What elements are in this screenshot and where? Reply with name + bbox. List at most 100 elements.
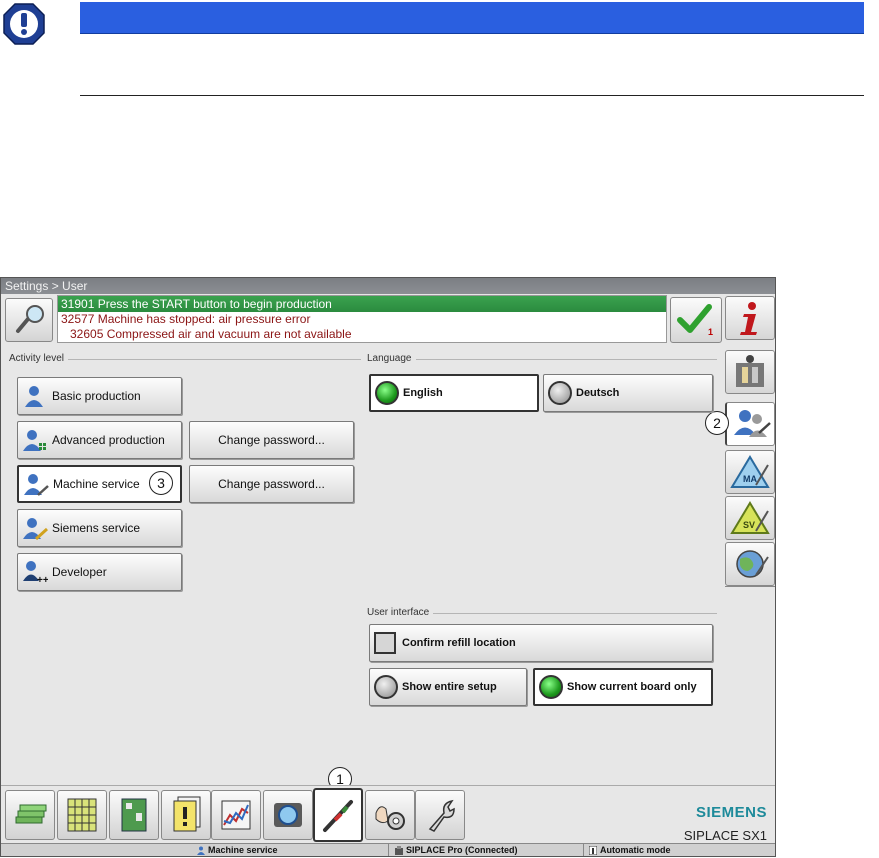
advanced-production-button[interactable]: Advanced production [17,421,182,459]
siemens-service-button[interactable]: Siemens service [17,509,182,547]
siemens-service-user-icon [23,518,48,541]
svg-text:++: ++ [37,575,48,585]
status-mode: Automatic mode [589,844,671,856]
machine-service-user-icon [24,474,49,496]
callout-3: 3 [149,471,173,495]
station-icon [736,355,764,387]
user-icon [197,846,205,855]
language-deutsch-label: Deutsch [576,387,620,399]
callout-2: 2 [705,411,729,435]
radio-off-icon [374,675,398,699]
tools-tab[interactable] [313,788,363,842]
status-connection: SIPLACE Pro (Connected) [395,844,518,856]
setup-grid-button[interactable] [57,790,107,840]
developer-button[interactable]: ++ Developer [17,553,182,591]
service-icon: SV [730,501,770,534]
globe-icon [736,550,769,578]
bottom-toolbar: SIEMENS SIPLACE SX1 [1,785,775,843]
machine-service-icon: MA [730,455,770,488]
production-icon [15,804,47,824]
status-user: Machine service [197,844,278,856]
machine-settings-icon [375,806,405,830]
change-password-advanced-button[interactable]: Change password... [189,421,354,459]
basic-production-button[interactable]: Basic production [17,377,182,415]
connection-icon [395,846,403,855]
language-divider [367,359,717,360]
brand-company: SIEMENS [695,804,767,821]
brand-product: SIPLACE SX1 [683,828,767,843]
acknowledge-count: 1 [707,327,713,337]
mode-icon [589,846,597,855]
basic-production-label: Basic production [52,389,141,403]
acknowledge-button[interactable]: 1 [670,297,722,343]
basic-user-icon [25,386,43,407]
exclamation-icon [2,2,46,46]
status-connection-label: SIPLACE Pro (Connected) [406,845,518,855]
show-current-board-button[interactable]: Show current board only [533,668,713,706]
message-error: 32577 Machine has stopped: air pressure … [61,312,311,326]
machine-service-label: Machine service [53,477,140,491]
tools-icon [323,800,353,832]
message-area[interactable]: 31901 Press the START button to begin pr… [57,295,667,343]
machine-screen: Settings > User 31901 Press the START bu… [0,277,776,857]
status-divider [583,844,584,856]
change-password-service-button[interactable]: Change password... [189,465,354,503]
board-icon [121,798,147,832]
checkmark-icon [677,304,712,333]
message-highlighted: 31901 Press the START button to begin pr… [58,296,666,312]
status-mode-label: Automatic mode [600,845,671,855]
developer-user-icon: ++ [23,561,48,585]
station-button[interactable] [725,350,775,394]
radio-on-icon [539,675,563,699]
user-interface-label: User interface [367,607,434,618]
warning-list-icon [173,796,201,832]
board-button[interactable] [109,790,159,840]
message-history-button[interactable] [5,298,53,342]
show-current-board-label: Show current board only [567,681,697,693]
advanced-user-icon [23,430,46,451]
wrench-icon [428,799,455,832]
camera-button[interactable] [263,790,313,840]
info-icon [740,302,757,335]
siemens-service-label: Siemens service [52,521,141,535]
warning-list-button[interactable] [161,790,211,840]
user-settings-tab[interactable] [725,402,775,446]
activity-level-label: Activity level [9,353,69,364]
status-divider [388,844,389,856]
info-button[interactable] [725,296,775,340]
language-english-button[interactable]: English [369,374,539,412]
advanced-production-label: Advanced production [52,433,165,447]
developer-label: Developer [52,565,107,579]
message-error: 32605 Compressed air and vacuum are not … [70,327,352,341]
confirm-refill-toggle[interactable]: Confirm refill location [369,624,713,662]
radio-off-icon [548,381,572,405]
sidebar-divider [725,586,775,587]
machine-service-button[interactable]: MA [725,450,775,494]
statistics-icon [221,800,251,830]
statistics-button[interactable] [211,790,261,840]
status-user-label: Machine service [208,845,278,855]
change-password-label: Change password... [218,433,325,447]
search-icon [16,305,44,333]
setup-grid-icon [67,798,97,832]
notice-header-bar [80,2,864,34]
language-deutsch-button[interactable]: Deutsch [543,374,713,412]
confirm-refill-label: Confirm refill location [402,637,516,649]
globe-button[interactable] [725,542,775,586]
wrench-button[interactable] [415,790,465,840]
service-button[interactable]: SV [725,496,775,540]
checkbox-icon [374,632,396,654]
change-password-label: Change password... [218,477,325,491]
radio-on-icon [375,381,399,405]
show-entire-setup-label: Show entire setup [402,681,497,693]
status-bar: Machine service SIPLACE Pro (Connected) … [1,843,775,856]
machine-settings-button[interactable] [365,790,415,840]
show-entire-setup-button[interactable]: Show entire setup [369,668,527,706]
notice-divider [80,95,864,96]
camera-icon [274,803,302,827]
breadcrumb: Settings > User [1,278,775,294]
svg-text:SV: SV [743,520,755,530]
user-icon [734,410,771,437]
language-english-label: English [403,387,443,399]
production-button[interactable] [5,790,55,840]
